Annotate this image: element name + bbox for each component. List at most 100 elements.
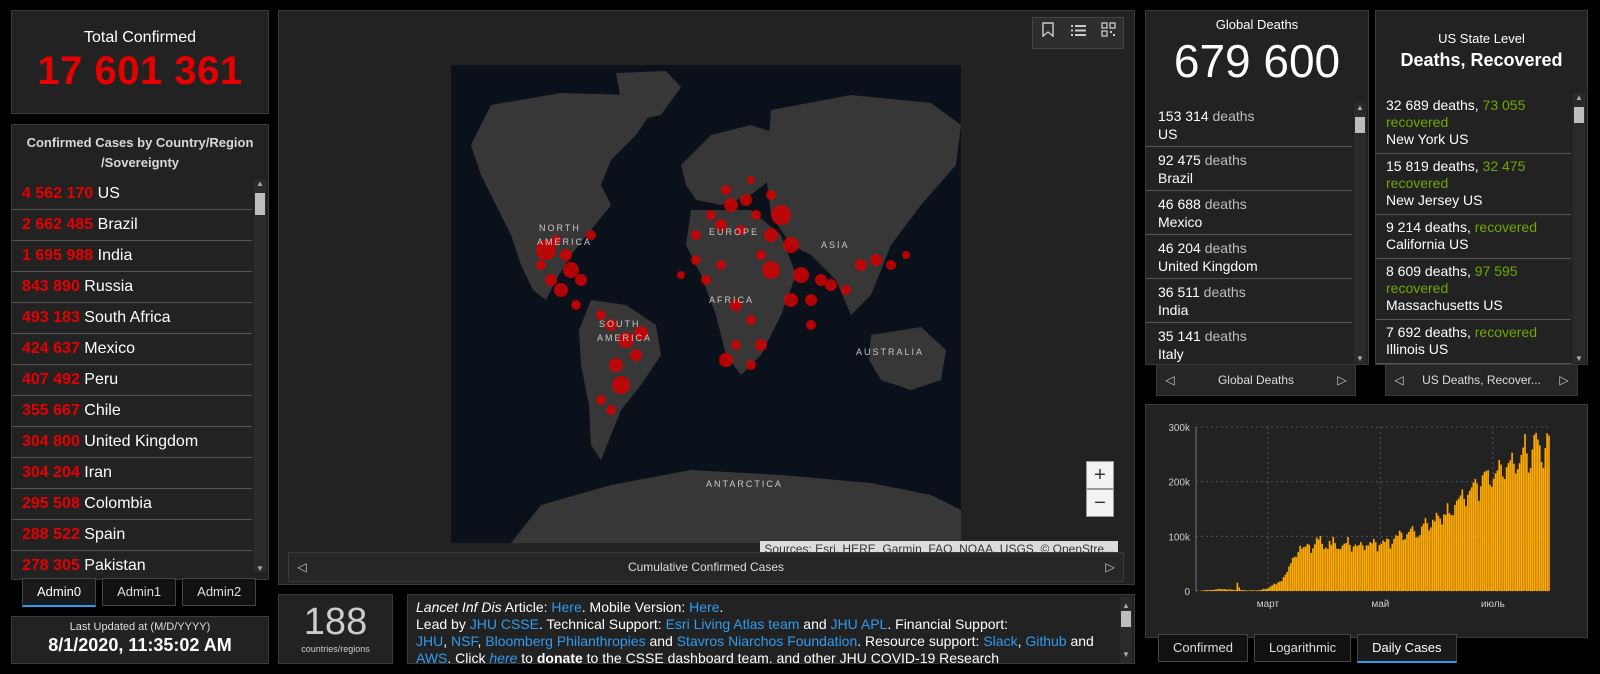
case-marker[interactable] (701, 275, 711, 285)
scroll-up-icon[interactable]: ▲ (1573, 93, 1585, 102)
daily-cases-bar[interactable] (1454, 504, 1456, 591)
daily-cases-bar[interactable] (1483, 471, 1486, 591)
list-item[interactable]: 304 204 Iran (12, 458, 252, 489)
daily-cases-bar[interactable] (1341, 545, 1344, 591)
daily-cases-bar[interactable] (1478, 500, 1480, 591)
daily-cases-bar[interactable] (1546, 433, 1548, 591)
daily-cases-bar[interactable] (1345, 543, 1347, 591)
daily-cases-bar[interactable] (1507, 463, 1510, 591)
github-link[interactable]: Github (1025, 633, 1066, 649)
daily-cases-bar[interactable] (1489, 484, 1491, 591)
daily-cases-bar[interactable] (1247, 590, 1250, 591)
case-marker[interactable] (793, 267, 809, 283)
prev-arrow-icon[interactable]: ◁ (1157, 373, 1183, 387)
list-item[interactable]: 843 890 Russia (12, 272, 252, 303)
daily-cases-bar[interactable] (1468, 490, 1471, 591)
daily-cases-bar[interactable] (1308, 544, 1311, 591)
daily-cases-bar[interactable] (1441, 524, 1443, 591)
daily-cases-bar[interactable] (1256, 590, 1259, 591)
daily-cases-bar[interactable] (1467, 494, 1469, 591)
prev-arrow-icon[interactable]: ◁ (1386, 373, 1412, 387)
jhu-link[interactable]: JHU (416, 633, 443, 649)
daily-cases-bar[interactable] (1347, 537, 1349, 591)
us-state-scrollbar[interactable]: ▲ ▼ (1573, 93, 1585, 363)
daily-cases-bar[interactable] (1361, 545, 1364, 591)
list-item[interactable]: 407 492 Peru (12, 365, 252, 396)
next-arrow-icon[interactable]: ▷ (1329, 373, 1355, 387)
daily-cases-bar[interactable] (1225, 589, 1228, 591)
daily-cases-bar[interactable] (1511, 452, 1513, 591)
daily-cases-bar[interactable] (1415, 537, 1418, 591)
case-marker[interactable] (886, 260, 896, 270)
daily-cases-bar[interactable] (1544, 448, 1547, 591)
daily-cases-bar[interactable] (1424, 518, 1427, 591)
list-item[interactable]: 1 695 988 India (12, 241, 252, 272)
daily-cases-bar[interactable] (1540, 461, 1543, 591)
daily-cases-bar[interactable] (1236, 582, 1239, 591)
daily-cases-bar[interactable] (1280, 581, 1283, 591)
daily-cases-bar[interactable] (1251, 590, 1253, 591)
list-item[interactable]: 4 562 170 US (12, 179, 252, 210)
daily-cases-bar[interactable] (1203, 590, 1206, 591)
daily-cases-bar[interactable] (1240, 589, 1242, 591)
daily-cases-bar[interactable] (1295, 557, 1298, 591)
daily-cases-bar[interactable] (1321, 543, 1324, 591)
case-marker[interactable] (596, 395, 606, 405)
daily-cases-bar[interactable] (1529, 468, 1532, 591)
list-item[interactable]: 46 204 deaths United Kingdom (1146, 235, 1352, 279)
daily-cases-bar[interactable] (1376, 551, 1379, 591)
daily-cases-bar[interactable] (1531, 449, 1534, 591)
daily-cases-bar[interactable] (1293, 556, 1296, 591)
daily-cases-bar[interactable] (1446, 503, 1449, 591)
daily-cases-bar[interactable] (1358, 544, 1360, 591)
prev-arrow-icon[interactable]: ◁ (289, 560, 315, 574)
list-item[interactable]: 424 637 Mexico (12, 334, 252, 365)
daily-cases-bar[interactable] (1476, 483, 1478, 591)
case-marker[interactable] (545, 274, 557, 286)
next-arrow-icon[interactable]: ▷ (1097, 560, 1123, 574)
daily-cases-bar[interactable] (1216, 589, 1218, 591)
daily-cases-bar[interactable] (1524, 433, 1526, 591)
list-item[interactable]: 355 667 Chile (12, 396, 252, 427)
daily-cases-bar[interactable] (1208, 589, 1211, 591)
daily-cases-bar[interactable] (1330, 544, 1333, 591)
daily-cases-bar[interactable] (1253, 590, 1255, 591)
case-marker[interactable] (755, 339, 767, 351)
daily-cases-bar[interactable] (1408, 531, 1410, 591)
daily-cases-bar[interactable] (1207, 590, 1209, 591)
country-list[interactable]: 4 562 170 US 2 662 485 Brazil 1 695 988 … (12, 179, 252, 573)
daily-cases-bar[interactable] (1336, 548, 1338, 591)
daily-cases-bar[interactable] (1533, 434, 1536, 591)
daily-cases-bar[interactable] (1419, 535, 1421, 591)
case-marker[interactable] (706, 210, 716, 220)
daily-cases-bar[interactable] (1391, 543, 1394, 591)
info-scrollbar[interactable]: ▲ ▼ (1120, 597, 1132, 663)
case-marker[interactable] (870, 254, 882, 266)
daily-cases-bar[interactable] (1404, 538, 1406, 591)
daily-cases-bar[interactable] (1378, 545, 1381, 591)
daily-cases-bar[interactable] (1432, 519, 1434, 591)
world-map[interactable]: NORTH AMERICA SOUTH AMERICA EUROPE ASIA … (451, 65, 961, 543)
case-marker[interactable] (756, 250, 766, 260)
daily-cases-bar[interactable] (1288, 566, 1290, 591)
daily-cases-bar[interactable] (1520, 454, 1523, 591)
daily-cases-bar[interactable] (1538, 445, 1541, 591)
daily-cases-bar[interactable] (1205, 590, 1207, 591)
daily-cases-bar[interactable] (1278, 581, 1281, 591)
case-marker[interactable] (806, 320, 816, 330)
case-marker[interactable] (762, 261, 780, 279)
list-item[interactable]: 278 305 Pakistan (12, 551, 252, 573)
daily-cases-bar[interactable] (1231, 589, 1233, 591)
daily-cases-bar[interactable] (1455, 500, 1458, 591)
daily-cases-bar[interactable] (1472, 482, 1475, 591)
daily-cases-bar[interactable] (1393, 538, 1395, 591)
daily-cases-bar[interactable] (1526, 453, 1528, 591)
daily-cases-bar[interactable] (1382, 540, 1384, 591)
daily-cases-bar[interactable] (1514, 473, 1517, 591)
country-list-scrollbar[interactable]: ▲ ▼ (254, 179, 266, 573)
daily-cases-bar[interactable] (1229, 589, 1231, 591)
daily-cases-bar[interactable] (1243, 589, 1246, 591)
case-marker[interactable] (841, 285, 851, 295)
daily-cases-bar[interactable] (1297, 552, 1300, 591)
case-marker[interactable] (731, 340, 741, 350)
